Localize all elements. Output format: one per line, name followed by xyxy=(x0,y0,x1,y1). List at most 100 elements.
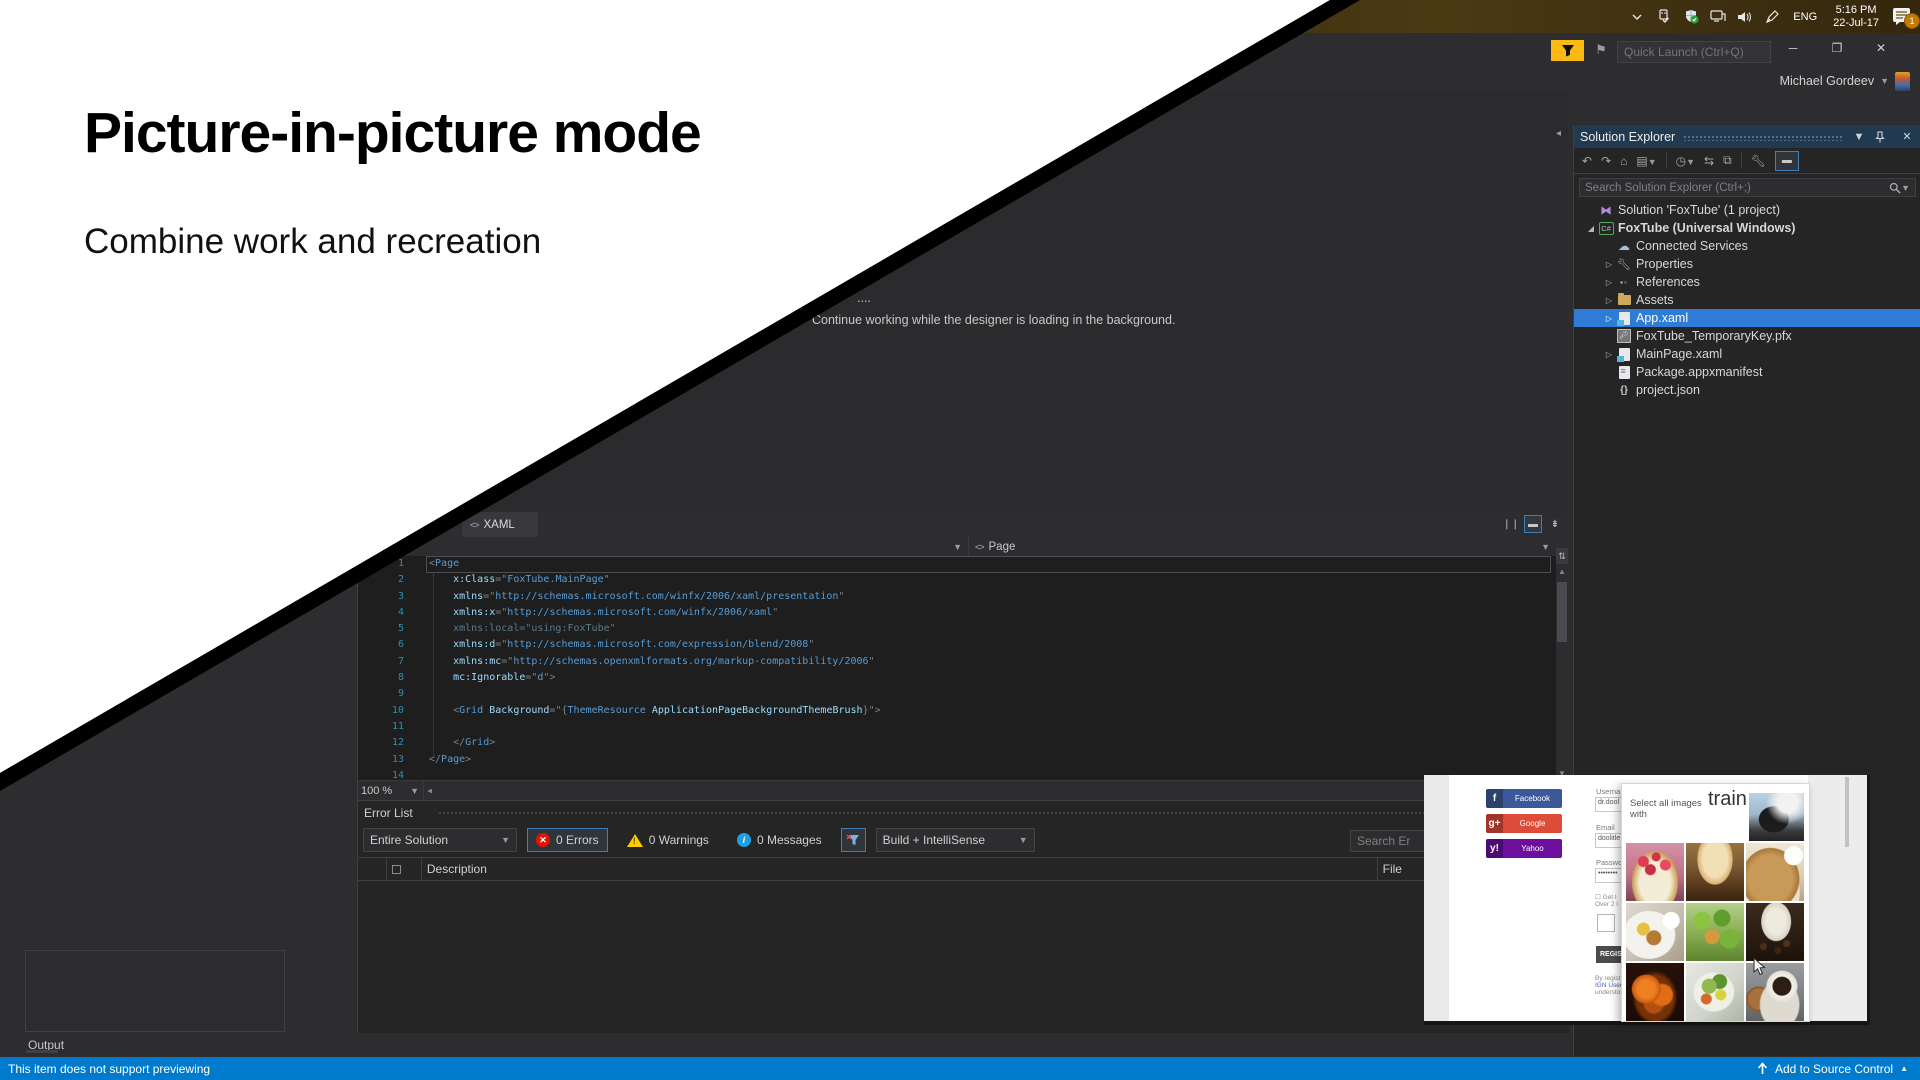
clock[interactable]: 5:16 PM 22-Jul-17 xyxy=(1829,4,1883,30)
code-line-11[interactable]: 11 xyxy=(357,719,1556,735)
code-line-2[interactable]: 2 x:Class="FoxTube.MainPage" xyxy=(357,572,1556,588)
pin-icon[interactable] xyxy=(1875,131,1891,143)
wrench-icon[interactable]: 🔧︎ xyxy=(1751,154,1766,168)
expander-icon[interactable]: ▷ xyxy=(1604,350,1614,359)
user-menu[interactable]: Michael Gordeev ▼ xyxy=(1700,70,1910,92)
tree-item-package-appxmanifest[interactable]: Package.appxmanifest xyxy=(1574,363,1920,381)
tree-item-project-json[interactable]: {}project.json xyxy=(1574,381,1920,399)
expander-icon[interactable]: ▷ xyxy=(1604,296,1614,305)
close-button[interactable]: ✕ xyxy=(1866,37,1896,59)
code-line-9[interactable]: 9 xyxy=(357,686,1556,702)
build-filter-dropdown[interactable]: Build + IntelliSense ▼ xyxy=(876,828,1035,852)
collapse-all-icon[interactable]: ▤▼ xyxy=(1636,154,1656,168)
captcha-checkbox[interactable] xyxy=(1597,914,1615,932)
window-position-icon[interactable]: ▼ xyxy=(1851,131,1867,143)
pip-window[interactable]: fFacebookg+Googley!Yahoo Userna dr.dool … xyxy=(1424,775,1870,1025)
scroll-left-icon[interactable]: ▲ xyxy=(424,785,436,797)
code-line-5[interactable]: 5 xmlns:local="using:FoxTube" xyxy=(357,621,1556,637)
breadcrumb-page-segment[interactable]: <> Page ▼ xyxy=(969,537,1556,556)
severity-column-header[interactable] xyxy=(358,858,387,880)
register-button[interactable]: REGIS xyxy=(1596,946,1622,963)
captcha-image-strawberry-cake[interactable] xyxy=(1626,843,1684,901)
code-line-14[interactable]: 14 xyxy=(357,768,1556,780)
tree-item-properties[interactable]: ▷🔧︎Properties xyxy=(1574,255,1920,273)
preview-selected-items-button[interactable]: ▬ xyxy=(1775,151,1799,171)
description-column-header[interactable]: Description xyxy=(422,858,1378,880)
sync-icon[interactable]: ⇆ xyxy=(1704,154,1714,168)
code-line-4[interactable]: 4 xmlns:x="http://schemas.microsoft.com/… xyxy=(357,605,1556,621)
clear-filter-button[interactable] xyxy=(841,828,866,852)
tree-item-connected-services[interactable]: ☁Connected Services xyxy=(1574,237,1920,255)
tree-item-references[interactable]: ▷▪▫References xyxy=(1574,273,1920,291)
icon-column-header[interactable] xyxy=(387,858,422,880)
messages-filter-button[interactable]: i 0 Messages xyxy=(728,828,831,852)
pending-changes-icon[interactable]: ◷▼ xyxy=(1676,154,1695,168)
breadcrumb-left-segment[interactable]: ▼ xyxy=(357,537,969,556)
code-line-3[interactable]: 3 xmlns="http://schemas.microsoft.com/wi… xyxy=(357,589,1556,605)
notification-center-icon[interactable]: 1 xyxy=(1892,7,1914,27)
password-field[interactable]: •••••••• xyxy=(1595,868,1622,883)
tree-item-assets[interactable]: ▷Assets xyxy=(1574,291,1920,309)
avatar[interactable] xyxy=(1895,72,1910,91)
pip-scrollbar[interactable] xyxy=(1845,777,1849,847)
google-login-button[interactable]: g+Google xyxy=(1486,814,1562,833)
home-icon[interactable]: ⌂ xyxy=(1620,154,1627,168)
pen-icon[interactable] xyxy=(1763,8,1781,26)
network-icon[interactable] xyxy=(1709,8,1727,26)
language-indicator[interactable]: ENG xyxy=(1790,11,1820,23)
add-to-source-control-button[interactable]: Add to Source Control ▲ xyxy=(1757,1062,1908,1076)
solution-explorer-titlebar[interactable]: Solution Explorer ▼ ✕ xyxy=(1574,125,1920,148)
usb-icon[interactable] xyxy=(1655,8,1673,26)
expander-icon[interactable]: ▷ xyxy=(1604,278,1614,287)
captcha-image-dessert-glass[interactable] xyxy=(1686,843,1744,901)
vertical-scrollbar[interactable]: ⇅ ▲ ▼ xyxy=(1556,556,1568,780)
captcha-image-pancakes-coffee[interactable] xyxy=(1746,843,1804,901)
errors-filter-button[interactable]: ✕ 0 Errors xyxy=(527,828,608,852)
username-field[interactable]: dr.dool xyxy=(1595,797,1622,812)
expander-icon[interactable]: ▷ xyxy=(1604,314,1614,323)
facebook-login-button[interactable]: fFacebook xyxy=(1486,789,1562,808)
code-line-6[interactable]: 6 xmlns:d="http://schemas.microsoft.com/… xyxy=(357,637,1556,653)
warnings-filter-button[interactable]: 0 Warnings xyxy=(618,828,718,852)
captcha-image-orange-basket[interactable] xyxy=(1626,963,1684,1021)
code-line-1[interactable]: 1<Page xyxy=(357,556,1556,572)
horizontal-split-button[interactable]: ▬ xyxy=(1524,515,1542,533)
zoom-selector[interactable]: 100 % ▼ xyxy=(357,782,424,800)
newsletter-option[interactable]: ☐ Get I xyxy=(1595,893,1622,901)
feedback-icon[interactable]: ⚑ xyxy=(1592,42,1610,58)
code-line-12[interactable]: 12 </Grid> xyxy=(357,735,1556,751)
split-editor-handle[interactable]: ⇅ xyxy=(1556,548,1568,564)
code-line-7[interactable]: 7 xmlns:mc="http://schemas.openxmlformat… xyxy=(357,654,1556,670)
captcha-image-coffee-beans[interactable] xyxy=(1746,903,1804,961)
captcha-image-salad-plate[interactable] xyxy=(1686,963,1744,1021)
panel-grip[interactable] xyxy=(438,811,1538,816)
minimize-button[interactable]: ─ xyxy=(1778,37,1808,59)
dock-collapse-icon[interactable]: ◂ xyxy=(1556,128,1561,139)
tree-item-solution-foxtube-1-project[interactable]: ⧓Solution 'FoxTube' (1 project) xyxy=(1574,201,1920,219)
email-field[interactable]: doolitle xyxy=(1595,833,1622,848)
collapse-pane-button[interactable]: ⇟ xyxy=(1546,515,1564,533)
screen-capture-filter-button[interactable] xyxy=(1551,40,1584,61)
close-icon[interactable]: ✕ xyxy=(1899,130,1915,143)
code-line-13[interactable]: 13</Page> xyxy=(357,752,1556,768)
quick-launch-input[interactable] xyxy=(1618,45,1779,59)
legal-link[interactable]: IGN User xyxy=(1595,982,1622,989)
back-icon[interactable]: ↶ xyxy=(1582,154,1592,168)
expander-icon[interactable]: ▷ xyxy=(1604,260,1614,269)
forward-icon[interactable]: ↷ xyxy=(1601,154,1611,168)
tree-item-foxtube-universal-windows[interactable]: ◢C#FoxTube (Universal Windows) xyxy=(1574,219,1920,237)
speaker-icon[interactable] xyxy=(1736,8,1754,26)
quick-launch-box[interactable] xyxy=(1617,41,1771,63)
scroll-up-icon[interactable]: ▲ xyxy=(1556,566,1568,578)
code-line-8[interactable]: 8 mc:Ignorable="d"> xyxy=(357,670,1556,686)
scope-dropdown[interactable]: Entire Solution ▼ xyxy=(363,828,517,852)
yahoo-login-button[interactable]: y!Yahoo xyxy=(1486,839,1562,858)
captcha-image-breakfast-plate[interactable] xyxy=(1626,903,1684,961)
captcha-image-green-salad[interactable] xyxy=(1686,903,1744,961)
tree-item-foxtube-temporarykey-pfx[interactable]: 🔑︎FoxTube_TemporaryKey.pfx xyxy=(1574,327,1920,345)
defender-shield-icon[interactable] xyxy=(1682,8,1700,26)
tree-item-mainpage-xaml[interactable]: ▷MainPage.xaml xyxy=(1574,345,1920,363)
tree-item-app-xaml[interactable]: ▷App.xaml xyxy=(1574,309,1920,327)
expander-icon[interactable]: ◢ xyxy=(1586,224,1596,233)
restore-button[interactable]: ❐ xyxy=(1822,37,1852,59)
